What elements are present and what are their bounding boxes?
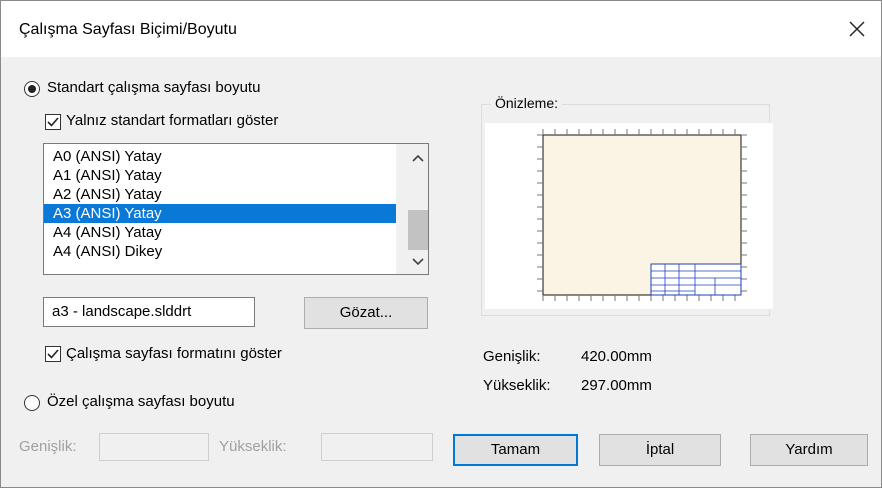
close-icon: [849, 21, 865, 37]
dialog-title: Çalışma Sayfası Biçimi/Boyutu: [19, 21, 237, 38]
only-standard-checkbox[interactable]: [45, 114, 61, 130]
sheet-format-dialog: Çalışma Sayfası Biçimi/Boyutu Standart ç…: [0, 0, 882, 488]
sheet-preview: [485, 123, 773, 309]
custom-width-field[interactable]: [99, 433, 209, 461]
sheet-size-list[interactable]: A0 (ANSI) Yatay A1 (ANSI) Yatay A2 (ANSI…: [43, 143, 429, 275]
format-file-value: a3 - landscape.slddrt: [52, 303, 192, 320]
list-item-selected[interactable]: A3 (ANSI) Yatay: [44, 204, 396, 223]
custom-height-field[interactable]: [321, 433, 433, 461]
standard-size-radio[interactable]: [24, 81, 40, 97]
browse-button[interactable]: Gözat...: [304, 297, 428, 329]
title-block: [650, 263, 742, 296]
list-item[interactable]: A4 (ANSI) Yatay: [44, 223, 396, 242]
sheet-preview-graphic: [537, 129, 747, 301]
ok-button[interactable]: Tamam: [453, 434, 578, 466]
list-scrollbar[interactable]: [396, 144, 428, 274]
format-file-field[interactable]: a3 - landscape.slddrt: [43, 297, 255, 327]
list-item[interactable]: A0 (ANSI) Yatay: [44, 147, 396, 166]
custom-size-radio[interactable]: [24, 395, 40, 411]
show-format-checkbox[interactable]: [45, 346, 61, 362]
preview-legend: Önizleme:: [491, 95, 563, 111]
show-format-label: Çalışma sayfası formatını göster: [66, 345, 282, 362]
list-item[interactable]: A1 (ANSI) Yatay: [44, 166, 396, 185]
standard-size-label: Standart çalışma sayfası boyutu: [47, 79, 261, 96]
custom-height-label: Yükseklik:: [219, 438, 287, 455]
preview-height-label: Yükseklik:: [483, 377, 551, 394]
scroll-down-icon[interactable]: [410, 256, 426, 268]
list-item[interactable]: A2 (ANSI) Yatay: [44, 185, 396, 204]
scroll-thumb[interactable]: [408, 210, 428, 250]
checkmark-icon: [47, 117, 59, 127]
scroll-up-icon[interactable]: [410, 152, 426, 164]
list-item[interactable]: A4 (ANSI) Dikey: [44, 242, 396, 261]
help-button[interactable]: Yardım: [750, 434, 868, 466]
custom-size-label: Özel çalışma sayfası boyutu: [47, 393, 235, 410]
preview-height-value: 297.00mm: [581, 377, 652, 394]
custom-width-label: Genişlik:: [19, 438, 77, 455]
only-standard-label: Yalnız standart formatları göster: [66, 112, 279, 129]
preview-width-value: 420.00mm: [581, 348, 652, 365]
preview-width-label: Genişlik:: [483, 348, 541, 365]
checkmark-icon: [47, 349, 59, 359]
close-button[interactable]: [839, 11, 875, 47]
cancel-button[interactable]: İptal: [599, 434, 721, 466]
title-bar: Çalışma Sayfası Biçimi/Boyutu: [1, 1, 881, 57]
